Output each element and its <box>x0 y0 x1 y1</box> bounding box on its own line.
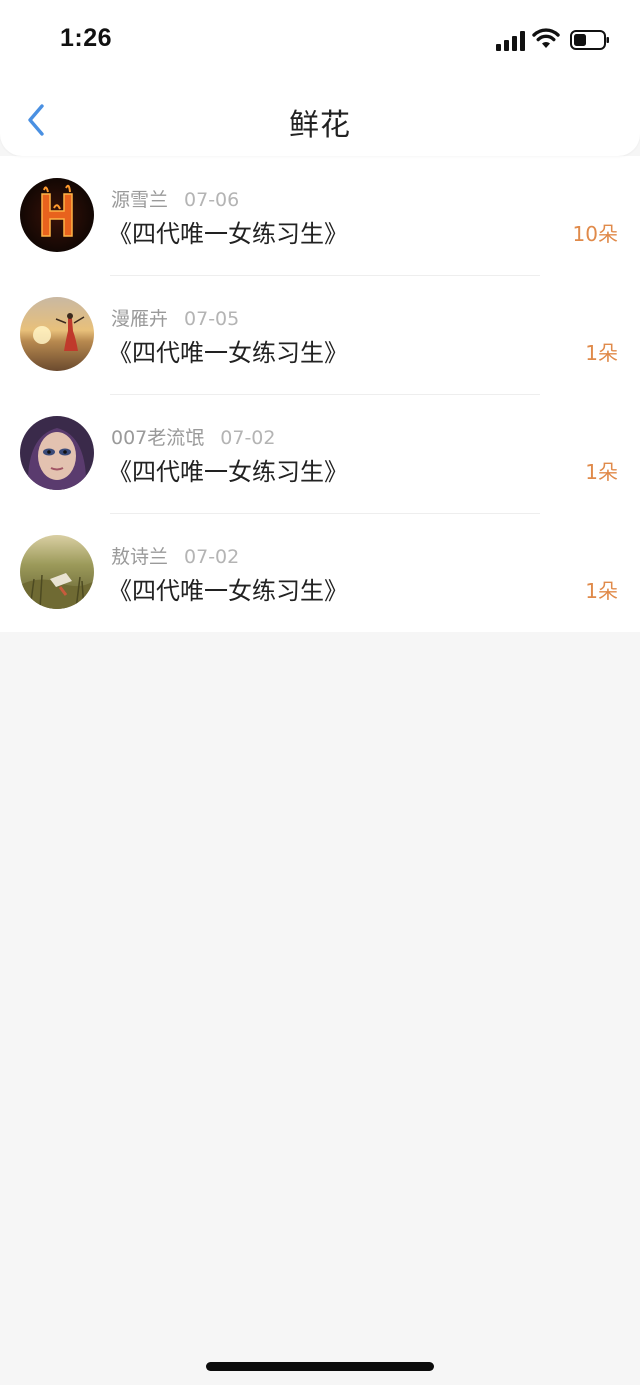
list-item[interactable]: 漫雁卉 07-05 《四代唯一女练习生》 1朵 <box>0 275 640 394</box>
item-meta: 敖诗兰 07-02 <box>111 542 239 569</box>
user-name[interactable]: 007老流氓 <box>111 427 204 449</box>
user-name[interactable]: 源雪兰 <box>111 189 168 211</box>
portrait-avatar[interactable] <box>20 416 94 490</box>
list-item[interactable]: 007老流氓 07-02 《四代唯一女练习生》 1朵 <box>0 394 640 513</box>
item-meta: 漫雁卉 07-05 <box>111 304 239 331</box>
user-name[interactable]: 敖诗兰 <box>111 546 168 568</box>
list-item[interactable]: 源雪兰 07-06 《四代唯一女练习生》 10朵 <box>0 156 640 275</box>
user-name[interactable]: 漫雁卉 <box>111 308 168 330</box>
status-time: 1:26 <box>60 24 113 52</box>
flower-count: 1朵 <box>585 460 618 484</box>
flower-count: 1朵 <box>585 579 618 603</box>
flower-count: 1朵 <box>585 341 618 365</box>
item-date: 07-02 <box>184 546 240 568</box>
item-date: 07-06 <box>184 189 240 211</box>
item-meta: 007老流氓 07-02 <box>111 423 275 450</box>
flower-list: 源雪兰 07-06 《四代唯一女练习生》 10朵 漫雁卉 07-05 《四代唯一… <box>0 156 640 632</box>
book-title[interactable]: 《四代唯一女练习生》 <box>108 571 348 606</box>
book-title[interactable]: 《四代唯一女练习生》 <box>108 214 348 249</box>
fire-letter-avatar[interactable] <box>20 178 94 252</box>
book-title[interactable]: 《四代唯一女练习生》 <box>108 452 348 487</box>
beach-sunset-avatar[interactable] <box>20 297 94 371</box>
book-title[interactable]: 《四代唯一女练习生》 <box>108 333 348 368</box>
item-meta: 源雪兰 07-06 <box>111 185 239 212</box>
wifi-icon <box>532 28 560 48</box>
battery-icon <box>570 30 609 50</box>
item-date: 07-02 <box>220 427 276 449</box>
signal-icon <box>496 31 525 51</box>
meadow-avatar[interactable] <box>20 535 94 609</box>
nav-header: 1:26 鲜花 <box>0 0 640 156</box>
item-date: 07-05 <box>184 308 240 330</box>
page-title: 鲜花 <box>289 108 351 143</box>
status-icons <box>490 28 610 54</box>
flower-count: 10朵 <box>572 222 618 246</box>
home-indicator[interactable] <box>206 1362 434 1371</box>
list-item[interactable]: 敖诗兰 07-02 《四代唯一女练习生》 1朵 <box>0 513 640 632</box>
